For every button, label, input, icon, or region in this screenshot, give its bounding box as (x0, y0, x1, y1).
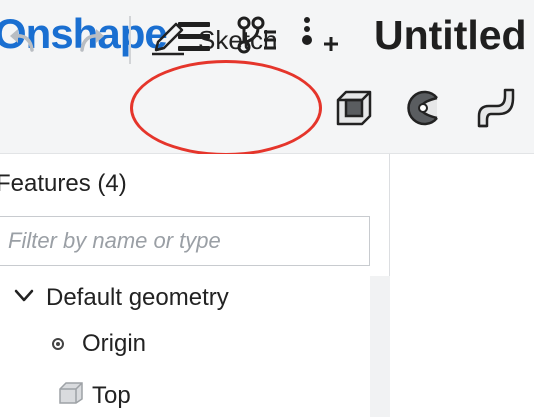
chevron-down-icon[interactable] (14, 289, 34, 308)
tree-item-label: Origin (82, 330, 147, 357)
filter-input[interactable] (0, 216, 370, 266)
tree-item-top-plane[interactable]: Top (58, 381, 131, 410)
tree-item-origin[interactable]: Origin (52, 330, 146, 358)
panel-scrollbar[interactable] (370, 276, 390, 417)
features-panel-title: Features (4) (0, 170, 127, 197)
toolbar-divider (129, 16, 131, 64)
tree-item-label: Top (92, 381, 131, 409)
revolve-icon[interactable] (403, 88, 443, 133)
extrude-icon[interactable] (334, 88, 374, 133)
sweep-icon[interactable] (473, 86, 517, 135)
redo-icon[interactable] (74, 26, 110, 61)
undo-icon[interactable] (4, 26, 40, 61)
sketch-button-label: Sketch (198, 24, 278, 55)
sketch-button[interactable]: Sketch (150, 18, 278, 62)
pencil-icon (150, 20, 186, 61)
insert-icon[interactable] (300, 16, 340, 61)
tree-item-label: Default geometry (46, 284, 229, 311)
tree-item-default-geometry[interactable]: Default geometry (14, 284, 229, 312)
annotation-highlight-circle (130, 60, 322, 156)
plane-icon (58, 381, 84, 410)
document-title[interactable]: Untitled (374, 12, 527, 59)
origin-point-icon (52, 338, 64, 350)
